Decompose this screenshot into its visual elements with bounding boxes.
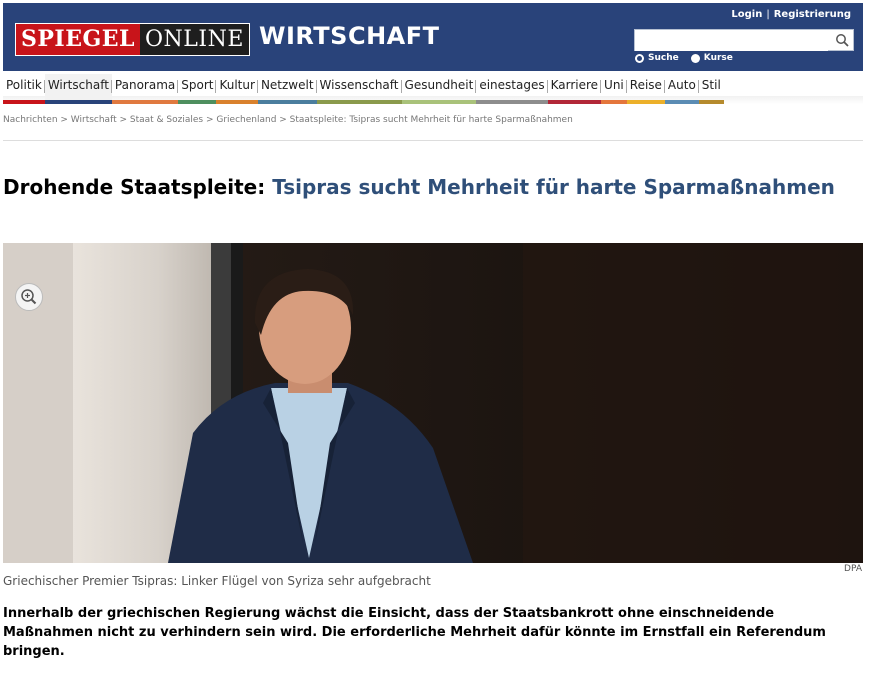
nav-item-wissenschaft[interactable]: Wissenschaft [315, 74, 402, 104]
headline-kicker: Drohende Staatspleite: [3, 175, 266, 199]
radio-suche[interactable] [635, 53, 644, 63]
photo-caption: Griechischer Premier Tsipras: Linker Flü… [3, 574, 431, 588]
main-navigation: Politik Wirtschaft Panorama Sport Kultur… [3, 74, 724, 104]
nav-item-einestages[interactable]: einestages [475, 74, 548, 104]
radio-kurse-label[interactable]: Kurse [704, 53, 733, 63]
zoom-button[interactable] [15, 283, 43, 311]
logo-spiegel: SPIEGEL [16, 24, 141, 55]
user-links: Login | Registrierung [731, 9, 851, 20]
logo-online: ONLINE [140, 24, 249, 55]
article-photo[interactable] [3, 243, 863, 563]
nav-item-kultur[interactable]: Kultur [215, 74, 258, 104]
nav-item-uni[interactable]: Uni [600, 74, 627, 104]
photo-illustration [3, 243, 863, 563]
zoom-icon [21, 289, 37, 305]
login-link[interactable]: Login [731, 9, 762, 20]
search-icon[interactable] [835, 33, 849, 47]
nav-item-panorama[interactable]: Panorama [110, 74, 179, 104]
article-lead: Innerhalb der griechischen Regierung wäc… [3, 606, 826, 659]
radio-kurse[interactable] [690, 53, 700, 63]
nav-item-gesundheit[interactable]: Gesundheit [400, 74, 477, 104]
nav-item-sport[interactable]: Sport [177, 74, 217, 104]
headline-title: Tsipras sucht Mehrheit für harte Sparmaß… [272, 175, 835, 199]
breadcrumb[interactable]: Nachrichten > Wirtschaft > Staat & Sozia… [3, 115, 573, 125]
article-headline: Drohende Staatspleite: Tsipras sucht Meh… [3, 174, 863, 201]
nav-item-reise[interactable]: Reise [625, 74, 665, 104]
register-link[interactable]: Registrierung [774, 9, 851, 20]
search-input[interactable] [635, 32, 828, 51]
search-mode-radios: Suche Kurse [635, 53, 745, 63]
spiegel-online-logo[interactable]: SPIEGEL ONLINE [15, 23, 250, 56]
user-links-separator: | [766, 9, 770, 20]
nav-item-politik[interactable]: Politik [3, 74, 45, 104]
photo-credit: DPA [844, 564, 862, 574]
nav-item-stil[interactable]: Stil [697, 74, 724, 104]
section-title[interactable]: WIRTSCHAFT [259, 22, 440, 50]
radio-suche-label[interactable]: Suche [648, 53, 679, 63]
nav-item-auto[interactable]: Auto [663, 74, 699, 104]
nav-item-netzwelt[interactable]: Netzwelt [256, 74, 317, 104]
site-header: SPIEGEL ONLINE WIRTSCHAFT Login | Registri… [3, 3, 863, 71]
nav-item-wirtschaft[interactable]: Wirtschaft [43, 74, 112, 104]
divider [3, 140, 863, 141]
search-box [634, 29, 854, 51]
nav-item-karriere[interactable]: Karriere [546, 74, 602, 104]
